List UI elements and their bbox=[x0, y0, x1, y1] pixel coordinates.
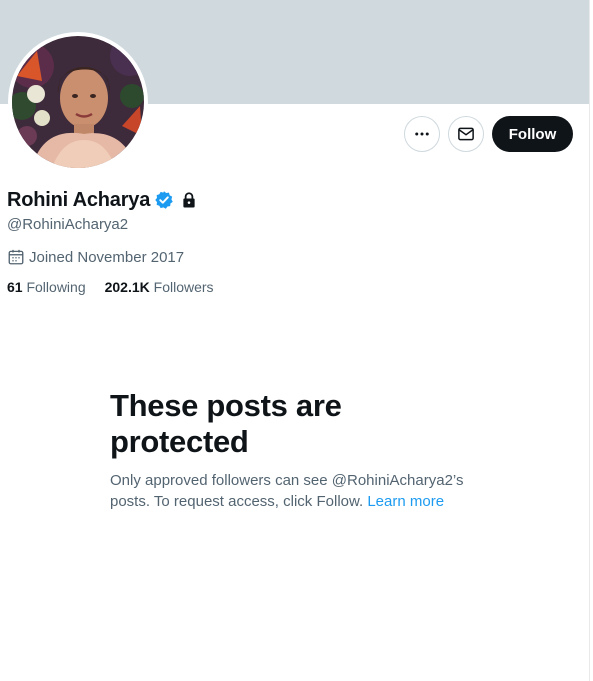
verified-badge-icon[interactable] bbox=[154, 190, 174, 210]
avatar-image bbox=[12, 36, 144, 168]
following-label: Following bbox=[26, 279, 86, 295]
protected-title-line2: protected bbox=[110, 424, 249, 459]
follow-stats: 61 Following 202.1K Followers bbox=[7, 279, 214, 295]
protected-title: These posts are protected bbox=[110, 388, 490, 460]
learn-more-link[interactable]: Learn more bbox=[367, 493, 444, 510]
profile-page: Follow Rohini Acharya @RohiniAcharya2 Jo… bbox=[0, 0, 589, 681]
followers-label: Followers bbox=[153, 279, 214, 295]
protected-notice: These posts are protected Only approved … bbox=[110, 388, 490, 512]
protected-body: Only approved followers can see @RohiniA… bbox=[110, 470, 480, 512]
joined-date: Joined November 2017 bbox=[7, 247, 184, 267]
profile-handle: @RohiniAcharya2 bbox=[7, 216, 129, 233]
envelope-icon bbox=[458, 127, 474, 141]
following-count: 61 bbox=[7, 279, 23, 295]
protected-title-line1: These posts are bbox=[110, 388, 342, 423]
more-horizontal-icon bbox=[415, 132, 429, 136]
avatar[interactable] bbox=[8, 32, 148, 172]
followers-link[interactable]: 202.1K Followers bbox=[105, 279, 214, 295]
profile-name-row: Rohini Acharya bbox=[7, 188, 198, 212]
followers-count: 202.1K bbox=[104, 279, 150, 295]
following-link[interactable]: 61 Following bbox=[7, 279, 86, 295]
more-options-button[interactable] bbox=[404, 116, 440, 152]
follow-button[interactable]: Follow bbox=[492, 116, 573, 152]
joined-text: Joined November 2017 bbox=[29, 248, 185, 266]
column-divider bbox=[589, 0, 590, 681]
calendar-icon bbox=[8, 249, 24, 265]
message-button[interactable] bbox=[448, 116, 484, 152]
profile-name: Rohini Acharya bbox=[7, 188, 151, 211]
lock-icon bbox=[183, 192, 195, 208]
